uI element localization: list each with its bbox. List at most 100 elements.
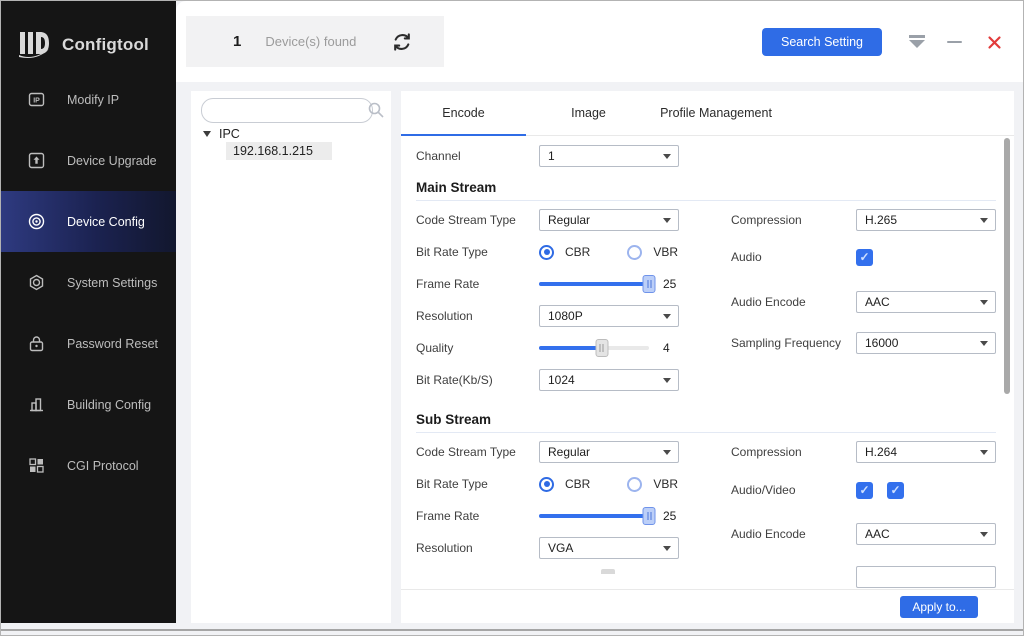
channel-row: Channel 1: [416, 145, 721, 167]
vertical-scrollbar[interactable]: [1004, 138, 1010, 394]
resolution-label: Resolution: [416, 309, 539, 323]
code-stream-type-label: Code Stream Type: [416, 445, 539, 459]
slider-handle[interactable]: [595, 339, 608, 357]
frame-rate-slider[interactable]: [539, 506, 649, 526]
divider: [416, 200, 996, 201]
device-tree-panel: IPC 192.168.1.215: [191, 91, 391, 623]
dahua-logo-icon: [17, 28, 53, 62]
resolution-select[interactable]: 1080P: [539, 305, 679, 327]
main-stream-right-column: Compression H.265 Audio Audio Encode AAC…: [731, 209, 999, 364]
tab-bar: Encode Image Profile Management: [401, 91, 1014, 136]
sidebar-item-label: System Settings: [67, 276, 157, 290]
sampling-frequency-select-partial[interactable]: [856, 566, 996, 588]
password-reset-icon: [28, 335, 45, 352]
sub-stream-left-column: Code Stream Type Regular Bit Rate Type C…: [416, 441, 721, 569]
cgi-protocol-icon: [28, 457, 45, 474]
bit-rate-type-row: Bit Rate Type CBR VBR: [416, 473, 721, 495]
device-search-input[interactable]: [201, 98, 373, 123]
compression-row: Compression H.264: [731, 441, 999, 463]
sidebar-item-label: Device Upgrade: [67, 154, 157, 168]
sidebar: Configtool IP Modify IP Device Upgrade D…: [1, 1, 176, 623]
chevron-down-icon: [663, 546, 671, 551]
close-icon[interactable]: [983, 31, 1005, 53]
radio-cbr[interactable]: [539, 245, 554, 260]
search-setting-button[interactable]: Search Setting: [762, 28, 882, 56]
tab-image[interactable]: Image: [526, 91, 651, 135]
minimize-icon[interactable]: [943, 31, 965, 53]
device-upgrade-icon: [28, 152, 45, 169]
frame-rate-slider[interactable]: [539, 274, 649, 294]
main-stream-title: Main Stream: [416, 180, 496, 195]
quality-slider-partial[interactable]: [601, 569, 615, 574]
code-stream-type-select[interactable]: Regular: [539, 209, 679, 231]
compression-value: H.265: [865, 213, 897, 227]
audio-checkbox[interactable]: [856, 249, 873, 266]
sidebar-item-label: Modify IP: [67, 93, 119, 107]
encode-settings-panel: Encode Image Profile Management Channel …: [401, 91, 1014, 623]
chevron-down-icon: [980, 218, 988, 223]
window-bottom-border: [1, 629, 1023, 631]
sidebar-item-system-settings[interactable]: System Settings: [1, 252, 176, 313]
slider-handle[interactable]: [643, 507, 656, 525]
compression-label: Compression: [731, 213, 856, 227]
slider-handle[interactable]: [643, 275, 656, 293]
resolution-label: Resolution: [416, 541, 539, 555]
resolution-value: VGA: [548, 541, 573, 555]
sidebar-item-modify-ip[interactable]: IP Modify IP: [1, 69, 176, 130]
resolution-value: 1080P: [548, 309, 583, 323]
bit-rate-type-row: Bit Rate Type CBR VBR: [416, 241, 721, 263]
frame-rate-row: Frame Rate 25: [416, 273, 721, 295]
channel-select[interactable]: 1: [539, 145, 679, 167]
sidebar-item-device-upgrade[interactable]: Device Upgrade: [1, 130, 176, 191]
audio-encode-select[interactable]: AAC: [856, 523, 996, 545]
sampling-frequency-select[interactable]: 16000: [856, 332, 996, 354]
sidebar-item-password-reset[interactable]: Password Reset: [1, 313, 176, 374]
radio-vbr[interactable]: [627, 245, 642, 260]
sidebar-item-device-config[interactable]: Device Config: [1, 191, 176, 252]
resolution-row: Resolution 1080P: [416, 305, 721, 327]
audio-encode-select[interactable]: AAC: [856, 291, 996, 313]
tree-expand-icon[interactable]: [203, 131, 211, 137]
code-stream-type-select[interactable]: Regular: [539, 441, 679, 463]
compression-select[interactable]: H.265: [856, 209, 996, 231]
chevron-down-icon: [663, 450, 671, 455]
compression-select[interactable]: H.264: [856, 441, 996, 463]
sidebar-item-label: Building Config: [67, 398, 151, 412]
tree-device-item[interactable]: 192.168.1.215: [226, 142, 332, 160]
frame-rate-label: Frame Rate: [416, 509, 539, 523]
audio-checkbox[interactable]: [856, 482, 873, 499]
audio-encode-label: Audio Encode: [731, 295, 856, 309]
bit-rate-label: Bit Rate(Kb/S): [416, 373, 539, 387]
apply-to-button[interactable]: Apply to...: [900, 596, 978, 618]
skin-menu-icon[interactable]: [906, 31, 928, 53]
tab-encode[interactable]: Encode: [401, 91, 526, 135]
sidebar-item-label: Password Reset: [67, 337, 158, 351]
bit-rate-select[interactable]: 1024: [539, 369, 679, 391]
compression-label: Compression: [731, 445, 856, 459]
chevron-down-icon: [663, 154, 671, 159]
sidebar-item-building-config[interactable]: Building Config: [1, 374, 176, 435]
compression-value: H.264: [865, 445, 897, 459]
radio-vbr[interactable]: [627, 477, 642, 492]
audio-encode-value: AAC: [865, 295, 890, 309]
tree-group-ipc[interactable]: IPC: [203, 127, 240, 141]
titlebar: 1 Device(s) found Search Setting: [176, 1, 1023, 82]
radio-cbr[interactable]: [539, 477, 554, 492]
sidebar-item-label: Device Config: [67, 215, 145, 229]
radio-vbr-label: VBR: [653, 245, 678, 259]
tab-profile-management[interactable]: Profile Management: [651, 91, 781, 135]
main-stream-left-column: Code Stream Type Regular Bit Rate Type C…: [416, 209, 721, 401]
chevron-down-icon: [980, 450, 988, 455]
building-config-icon: [28, 396, 45, 413]
sidebar-item-cgi-protocol[interactable]: CGI Protocol: [1, 435, 176, 496]
quality-row: Quality 4: [416, 337, 721, 359]
radio-vbr-label: VBR: [653, 477, 678, 491]
video-checkbox[interactable]: [887, 482, 904, 499]
app-logo: Configtool: [1, 1, 176, 69]
bit-rate-value: 1024: [548, 373, 575, 387]
refresh-icon[interactable]: [390, 30, 414, 54]
resolution-select[interactable]: VGA: [539, 537, 679, 559]
search-icon[interactable]: [367, 101, 385, 124]
sub-stream-right-column: Compression H.264 Audio/Video Audio Enco…: [731, 441, 999, 555]
quality-slider[interactable]: [539, 338, 649, 358]
